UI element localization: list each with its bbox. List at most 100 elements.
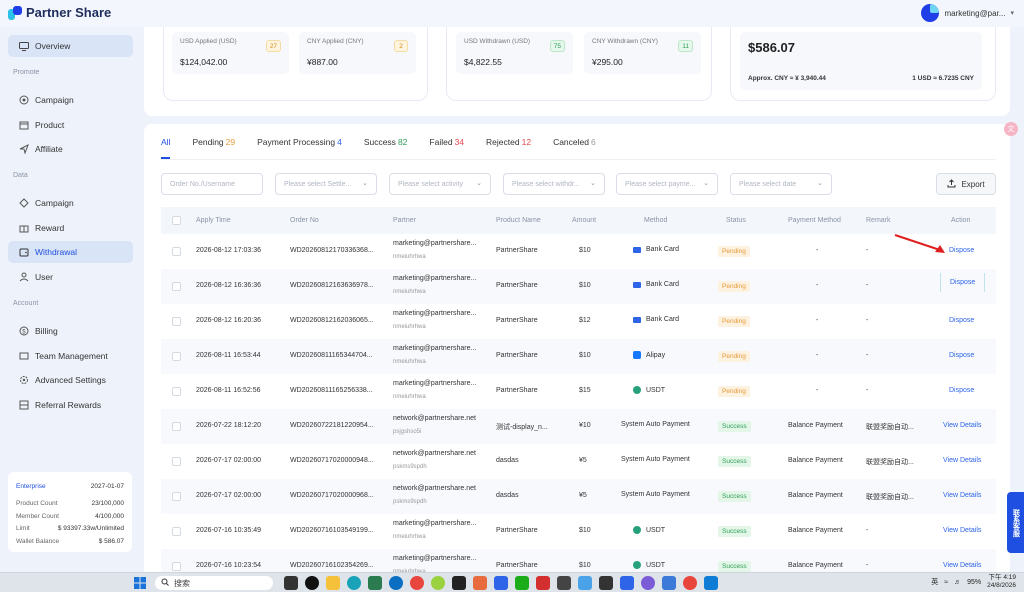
select-all-checkbox[interactable] xyxy=(172,216,181,225)
view-details-link[interactable]: View Details xyxy=(943,492,981,499)
billing-icon: $ xyxy=(19,326,29,336)
app-icon[interactable] xyxy=(599,576,613,590)
dispose-button[interactable]: Dispose xyxy=(940,273,986,292)
logo-icon xyxy=(8,5,22,20)
dispose-button[interactable]: Dispose xyxy=(949,352,974,359)
row-checkbox[interactable] xyxy=(172,457,181,466)
app-icon[interactable] xyxy=(704,576,718,590)
cell-apply-time: 2026-08-12 17:03:36 xyxy=(196,247,261,254)
customer-service-tab[interactable]: 联系客服 xyxy=(1007,492,1024,553)
export-button[interactable]: Export xyxy=(936,173,996,195)
windows-start-icon[interactable] xyxy=(134,577,146,589)
row-checkbox[interactable] xyxy=(172,282,181,291)
cell-remark: 联盟奖励自动... xyxy=(866,424,914,431)
filter-placeholder: Order No./Username xyxy=(170,180,235,188)
user-menu[interactable]: marketing@par... ▾ xyxy=(921,4,1014,22)
app-icon[interactable] xyxy=(557,576,571,590)
row-checkbox[interactable] xyxy=(172,352,181,361)
row-checkbox[interactable] xyxy=(172,527,181,536)
clock[interactable]: 下午 4:19 24/8/2026 xyxy=(987,574,1016,590)
app-icon[interactable] xyxy=(473,576,487,590)
sidebar-item-reward[interactable]: Reward xyxy=(8,217,133,239)
tab-failed[interactable]: Failed 34 xyxy=(429,133,464,159)
cell-partner-id: nmeiuhrhwa xyxy=(393,359,426,365)
app-icon[interactable] xyxy=(620,576,634,590)
cell-order-no: WD20260716103549199... xyxy=(290,527,374,534)
tab-canceled[interactable]: Canceled 6 xyxy=(553,133,596,159)
campaign-data-icon xyxy=(19,198,29,208)
sidebar-item-product[interactable]: Product xyxy=(8,114,133,136)
store-icon[interactable] xyxy=(368,576,382,590)
view-details-link[interactable]: View Details xyxy=(943,527,981,534)
cell-order-no: WD20260716102354269... xyxy=(290,562,374,569)
send-icon xyxy=(19,144,29,154)
user-icon xyxy=(19,272,29,282)
volume-icon[interactable]: ♬ xyxy=(954,579,961,586)
dispose-button[interactable]: Dispose xyxy=(949,247,974,254)
sidebar-item-promote-campaign[interactable]: Campaign xyxy=(8,89,133,111)
tab-all[interactable]: All xyxy=(161,133,171,159)
order-search-input[interactable]: Order No./Username xyxy=(161,173,263,195)
withdraw-method-select[interactable]: Please select withdr... ⌄ xyxy=(503,173,605,195)
sidebar-item-billing[interactable]: $ Billing xyxy=(8,320,133,342)
row-checkbox[interactable] xyxy=(172,387,181,396)
cell-remark: - xyxy=(866,527,869,534)
settlement-select[interactable]: Please select Settle... ⌄ xyxy=(275,173,377,195)
row-checkbox[interactable] xyxy=(172,422,181,431)
activity-select[interactable]: Please select activity ⌄ xyxy=(389,173,491,195)
wechat-icon[interactable] xyxy=(515,576,529,590)
app-icon[interactable] xyxy=(431,576,445,590)
edge-icon[interactable] xyxy=(347,576,361,590)
view-details-link[interactable]: View Details xyxy=(943,457,981,464)
clock-date: 24/8/2026 xyxy=(987,582,1016,589)
view-details-link[interactable]: View Details xyxy=(943,422,981,429)
sidebar-item-label: Team Management xyxy=(35,351,108,361)
row-checkbox[interactable] xyxy=(172,247,181,256)
tab-payment-processing[interactable]: Payment Processing 4 xyxy=(257,133,342,159)
date-select[interactable]: Please select date ⌄ xyxy=(730,173,832,195)
cell-partner: marketing@partnershare... xyxy=(393,310,477,317)
chatgpt-icon[interactable] xyxy=(305,576,319,590)
wps-icon[interactable] xyxy=(536,576,550,590)
sidebar-item-label: Reward xyxy=(35,223,65,233)
sidebar-item-advanced-settings[interactable]: Advanced Settings xyxy=(8,369,133,391)
row-checkbox[interactable] xyxy=(172,562,181,571)
row-checkbox[interactable] xyxy=(172,492,181,501)
dispose-button[interactable]: Dispose xyxy=(949,387,974,394)
tab-success[interactable]: Success 82 xyxy=(364,133,408,159)
dispose-button[interactable]: Dispose xyxy=(949,317,974,324)
chrome-icon[interactable] xyxy=(410,576,424,590)
file-explorer-icon[interactable] xyxy=(326,576,340,590)
translate-icon[interactable]: 文 xyxy=(1004,122,1018,136)
status-badge: Pending xyxy=(718,316,750,327)
brand-logo[interactable]: Partner Share xyxy=(8,5,111,20)
alipay-icon xyxy=(633,351,641,359)
sidebar-item-affiliate[interactable]: Affiliate xyxy=(8,138,133,160)
sidebar-item-referral-rewards[interactable]: Referral Rewards xyxy=(8,394,133,416)
view-details-link[interactable]: View Details xyxy=(943,562,981,569)
row-checkbox[interactable] xyxy=(172,317,181,326)
tab-rejected[interactable]: Rejected 12 xyxy=(486,133,531,159)
app-icon[interactable] xyxy=(578,576,592,590)
battery-level[interactable]: 95% xyxy=(967,579,981,586)
tab-pending[interactable]: Pending 29 xyxy=(192,133,235,159)
sidebar-item-overview[interactable]: Overview xyxy=(8,35,133,57)
table-row: 2026-08-12 16:20:36 WD20260812162036065..… xyxy=(161,304,996,339)
chrome-icon[interactable] xyxy=(683,576,697,590)
sidebar-item-team-management[interactable]: Team Management xyxy=(8,345,133,367)
app-icon[interactable] xyxy=(494,576,508,590)
cell-order-no: WD20260717020000948... xyxy=(290,457,374,464)
sidebar-item-withdrawal[interactable]: Withdrawal xyxy=(8,241,133,263)
taskbar-search[interactable]: 搜索 xyxy=(155,576,273,590)
hp-icon[interactable] xyxy=(389,576,403,590)
terminal-icon[interactable] xyxy=(452,576,466,590)
cell-payment-method: - xyxy=(816,282,819,289)
app-icon[interactable] xyxy=(662,576,676,590)
app-icon[interactable] xyxy=(641,576,655,590)
payment-method-select[interactable]: Please select payme... ⌄ xyxy=(616,173,718,195)
task-view-icon[interactable] xyxy=(284,576,298,590)
lang-indicator[interactable]: 英 xyxy=(931,577,938,587)
sidebar-item-user[interactable]: User xyxy=(8,266,133,288)
wifi-icon[interactable]: ≈ xyxy=(944,579,948,586)
sidebar-item-data-campaign[interactable]: Campaign xyxy=(8,192,133,214)
